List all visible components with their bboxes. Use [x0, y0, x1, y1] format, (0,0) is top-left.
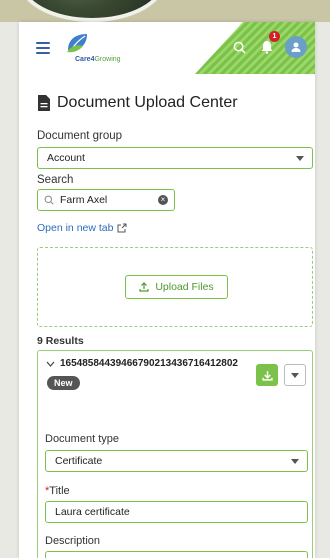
upload-dropzone[interactable]: Upload Files [37, 247, 313, 327]
page-title: Document Upload Center [37, 94, 238, 112]
logo-text: Care4Growing [75, 56, 121, 63]
more-options-button[interactable] [284, 364, 306, 386]
result-id-row[interactable]: 1654858443946679021343671641280​2 [46, 358, 238, 369]
search-value: Farm Axel [60, 194, 108, 206]
title-value: Laura certificate [55, 506, 130, 518]
upload-files-label: Upload Files [155, 281, 214, 293]
download-icon [261, 370, 273, 381]
open-new-tab-text: Open in new tab [37, 222, 114, 234]
notification-badge: 1 [269, 31, 280, 42]
clear-icon[interactable]: × [158, 195, 168, 205]
external-link-icon [117, 223, 127, 233]
results-count: 9 Results [37, 335, 84, 347]
document-group-select[interactable]: Account [37, 147, 313, 169]
document-icon [38, 95, 50, 111]
main-card: Care4Growing 1 Document Upload Center Do… [19, 22, 315, 558]
header-photo [18, 0, 166, 22]
status-badge: New [47, 376, 80, 390]
top-strip [0, 0, 330, 22]
document-type-label: Document type [45, 433, 119, 445]
chevron-down-icon [291, 373, 299, 378]
chevron-down-icon [296, 156, 304, 161]
upload-icon [139, 282, 149, 292]
result-id: 1654858443946679021343671641280​2 [60, 358, 238, 369]
title-label: *Title [45, 485, 70, 497]
search-label: Search [37, 174, 74, 186]
bell-icon[interactable]: 1 [257, 31, 280, 57]
document-type-value: Certificate [55, 455, 103, 467]
hamburger-icon[interactable] [36, 42, 50, 57]
title-label-text: Title [49, 485, 70, 497]
document-group-value: Account [47, 152, 85, 164]
user-avatar[interactable] [285, 36, 307, 58]
chevron-down-icon[interactable] [46, 361, 55, 367]
user-icon [291, 42, 301, 52]
title-input[interactable]: Laura certificate [45, 501, 308, 523]
upload-files-button[interactable]: Upload Files [125, 275, 228, 299]
leaf-logo-icon [67, 34, 87, 53]
open-new-tab-link[interactable]: Open in new tab [37, 222, 127, 234]
search-input[interactable]: Farm Axel × [37, 189, 175, 211]
page-title-text: Document Upload Center [57, 94, 238, 111]
search-icon[interactable] [229, 37, 249, 57]
app-header: Care4Growing 1 [19, 22, 315, 74]
download-button[interactable] [256, 364, 278, 386]
chevron-down-icon [291, 459, 299, 464]
document-type-select[interactable]: Certificate [45, 450, 308, 472]
description-input[interactable] [45, 551, 308, 558]
description-label: Description [45, 535, 101, 547]
app-logo[interactable]: Care4Growing [61, 32, 131, 66]
search-icon [44, 195, 54, 205]
result-item: 1654858443946679021343671641280​2 New Do… [37, 350, 313, 558]
document-group-label: Document group [37, 130, 123, 142]
